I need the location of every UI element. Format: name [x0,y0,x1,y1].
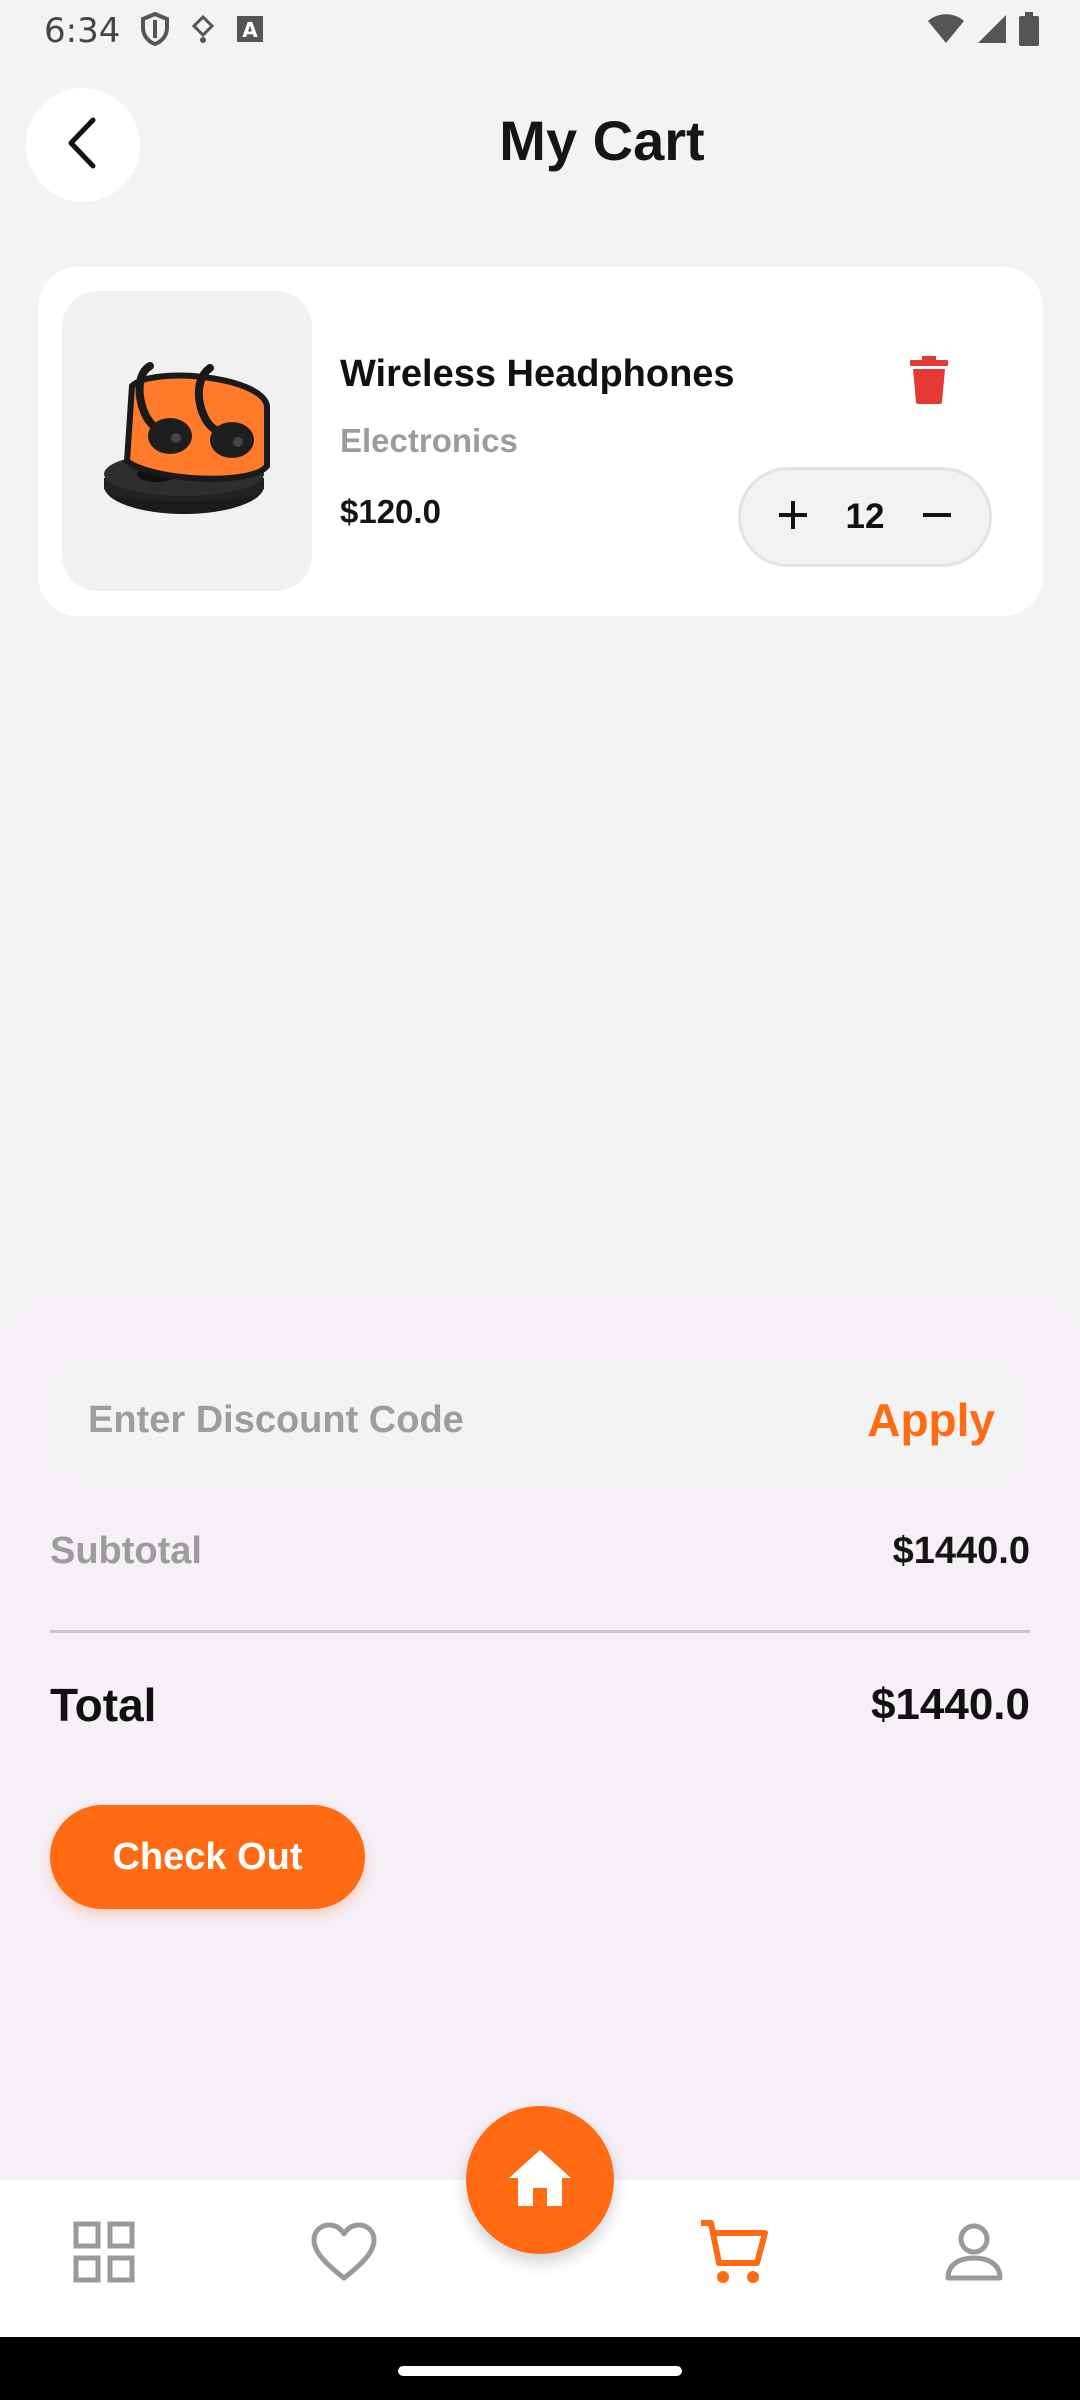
plus-icon [777,499,809,536]
nav-profile[interactable] [934,2214,1014,2294]
total-row: Total $1440.0 [50,1678,1030,1732]
status-time: 6:34 [44,11,121,51]
home-icon [507,2148,573,2213]
page-title: My Cart [499,109,705,172]
usb-debug-icon [190,14,216,49]
svg-text:A: A [243,18,259,42]
discount-code-input[interactable] [88,1398,788,1442]
status-bar: 6:34 A [0,0,1080,62]
nav-wishlist[interactable] [304,2214,384,2294]
earbuds-case-image [62,291,312,591]
minus-icon [921,499,953,536]
cart-item-card[interactable]: Wireless Headphones Electronics $120.0 1… [38,267,1043,616]
text-a-icon: A [236,15,264,48]
subtotal-label: Subtotal [50,1530,202,1572]
heart-icon [311,2222,377,2287]
discount-code-box: Apply [50,1358,1025,1482]
quantity-value: 12 [845,497,885,536]
order-summary-panel: Apply Subtotal $1440.0 Total $1440.0 Che… [0,1300,1080,2180]
nav-home-button[interactable] [466,2106,614,2254]
total-label: Total [50,1679,157,1731]
nav-categories[interactable] [64,2214,144,2294]
trash-icon [910,355,948,409]
status-left: 6:34 A [44,11,264,51]
increase-quantity-button[interactable] [771,495,815,539]
item-category: Electronics [340,422,518,459]
delete-item-button[interactable] [900,351,958,413]
profile-icon [944,2222,1004,2287]
shield-icon [140,11,170,51]
grid-icon [73,2221,135,2288]
cart-icon [699,2219,769,2290]
decrease-quantity-button[interactable] [915,495,959,539]
wifi-icon [926,13,966,50]
battery-icon [1018,11,1040,51]
item-name: Wireless Headphones [340,353,735,395]
subtotal-row: Subtotal $1440.0 [50,1530,1030,1573]
item-price: $120.0 [340,493,441,530]
gesture-handle[interactable] [398,2366,682,2376]
divider [50,1630,1030,1633]
checkout-button[interactable]: Check Out [50,1805,365,1909]
subtotal-value: $1440.0 [892,1530,1030,1572]
apply-discount-button[interactable]: Apply [867,1393,995,1447]
signal-icon [976,13,1008,50]
nav-cart[interactable] [694,2214,774,2294]
status-right [926,11,1040,51]
quantity-stepper: 12 [738,467,992,567]
total-value: $1440.0 [870,1680,1030,1729]
